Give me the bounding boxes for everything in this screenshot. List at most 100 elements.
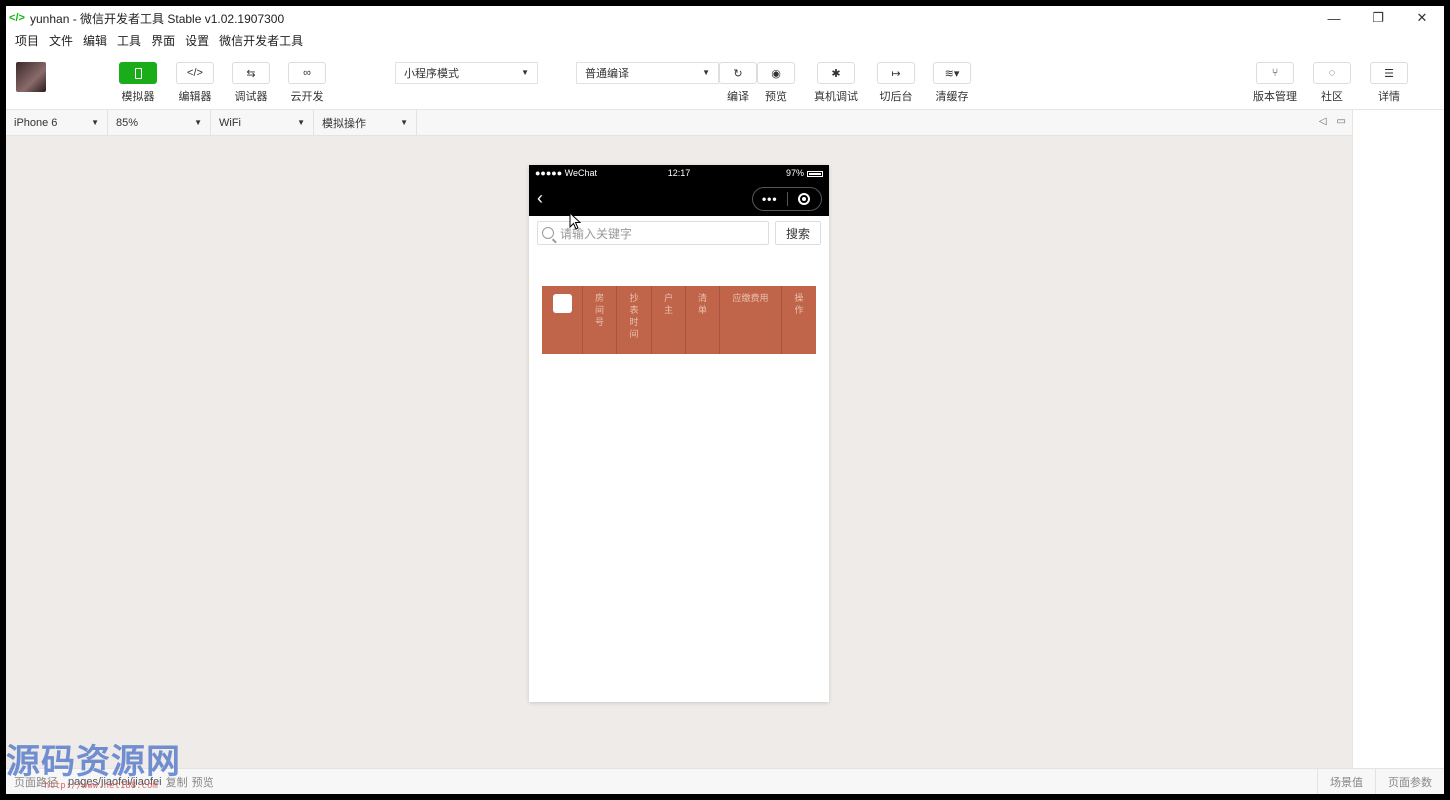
background-tool[interactable]: ↦ 切后台 [868, 62, 924, 104]
chat-bubble-icon: ◌ [1328, 67, 1336, 79]
operation-select-value: 模拟操作 [322, 117, 366, 130]
menu-tools[interactable]: 工具 [112, 32, 146, 49]
avatar[interactable] [16, 62, 46, 92]
community-tool[interactable]: ◌ 社区 [1304, 62, 1360, 104]
right-panel [1352, 110, 1444, 768]
devtools-window: </> yunhan - 微信开发者工具 Stable v1.02.190730… [6, 6, 1444, 794]
details-label: 详情 [1378, 91, 1400, 103]
clear-cache-label: 清缓存 [935, 91, 969, 103]
header-list-label: 清单 [697, 293, 707, 315]
select-all-checkbox[interactable] [552, 294, 572, 313]
network-select[interactable]: WiFi ▼ [211, 110, 314, 135]
bug-icon: ✱ [831, 67, 841, 80]
preview-path-link[interactable]: 预览 [192, 774, 214, 790]
cloud-tool[interactable]: ∞ 云开发 [279, 62, 335, 104]
header-select-all[interactable] [542, 286, 583, 354]
preview-button[interactable]: ◉ [757, 62, 795, 84]
menu-bar: 项目 文件 编辑 工具 界面 设置 微信开发者工具 [6, 30, 1444, 50]
header-owner: 户主 [652, 286, 686, 354]
scene-value-button[interactable]: 场景值 [1317, 769, 1375, 794]
background-button[interactable]: ↦ [877, 62, 915, 84]
compile-select[interactable]: 普通编译 ▼ [576, 62, 719, 84]
mode-select-value: 小程序模式 [404, 68, 459, 80]
editor-tool[interactable]: </> 编辑器 [167, 62, 223, 104]
mouse-cursor-icon [569, 212, 581, 230]
editor-button[interactable]: </> [176, 62, 214, 84]
maximize-button[interactable]: ❐ [1356, 6, 1400, 30]
phone-icon [134, 67, 142, 79]
carrier-text: ●●●●● WeChat [535, 168, 598, 178]
menu-interface[interactable]: 界面 [146, 32, 180, 49]
cloud-button[interactable]: ∞ [288, 62, 326, 84]
details-button[interactable]: ☰ [1370, 62, 1408, 84]
menu-file[interactable]: 文件 [44, 32, 78, 49]
header-room: 房间号 [583, 286, 617, 354]
debugger-tool[interactable]: ⇆ 调试器 [223, 62, 279, 104]
swap-icon: ⇆ [246, 67, 256, 80]
phone-status-bar: ●●●●● WeChat 12:17 97% [529, 165, 829, 181]
debugger-button[interactable]: ⇆ [232, 62, 270, 84]
chevron-down-icon: ▼ [400, 118, 408, 127]
eye-icon: ◉ [771, 67, 781, 80]
network-select-value: WiFi [219, 116, 241, 129]
details-tool[interactable]: ☰ 详情 [1361, 62, 1417, 104]
simulator-tool[interactable]: 模拟器 [110, 62, 166, 104]
minimize-button[interactable]: — [1312, 6, 1356, 30]
device-select[interactable]: iPhone 6 ▼ [6, 110, 108, 135]
remote-debug-button[interactable]: ✱ [817, 62, 855, 84]
operation-select[interactable]: 模拟操作 ▼ [314, 110, 417, 135]
menu-devtools[interactable]: 微信开发者工具 [214, 32, 308, 49]
page-params-button[interactable]: 页面参数 [1375, 769, 1444, 794]
search-icon [542, 227, 554, 239]
menu-edit[interactable]: 编辑 [78, 32, 112, 49]
background-label: 切后台 [879, 91, 913, 103]
branch-icon: ⑂ [1271, 67, 1279, 79]
cloud-label: 云开发 [290, 91, 324, 103]
close-miniprogram-icon[interactable] [788, 193, 822, 205]
volume-icon[interactable]: ◁ [1319, 116, 1327, 127]
refresh-icon: ↻ [733, 67, 743, 80]
caret-down-icon: ▼ [521, 68, 529, 77]
close-button[interactable]: ✕ [1400, 6, 1444, 30]
caret-down-icon: ▼ [702, 68, 710, 77]
back-arrow-icon[interactable]: ‹ [537, 189, 543, 207]
mode-select[interactable]: 小程序模式 ▼ [395, 62, 538, 84]
clear-cache-button[interactable]: ≋▾ [933, 62, 971, 84]
phone-simulator: ●●●●● WeChat 12:17 97% ‹ ••• 请输入关键字 搜索 房… [529, 165, 829, 702]
status-bar-right: 场景值 页面参数 [1317, 769, 1444, 794]
simulator-label: 模拟器 [121, 91, 155, 103]
status-bar: 页面路径 pages/jiaofei/jiaofei 复制 预览 场景值 页面参… [6, 768, 1444, 794]
header-list: 清单 [686, 286, 720, 354]
title-bar: </> yunhan - 微信开发者工具 Stable v1.02.190730… [6, 6, 1444, 30]
simulator-button[interactable] [119, 62, 157, 84]
wechat-devtools-icon: </> [9, 12, 25, 24]
toolbar: 模拟器 </> 编辑器 ⇆ 调试器 ∞ 云开发 小程序模式 ▼ 普通编译 ▼ ↻… [6, 50, 1444, 110]
preview-label: 预览 [765, 91, 787, 103]
search-button[interactable]: 搜索 [775, 221, 821, 245]
version-button[interactable]: ⑂ [1256, 62, 1294, 84]
zoom-select[interactable]: 85% ▼ [108, 110, 211, 135]
window-title: yunhan - 微信开发者工具 Stable v1.02.1907300 [30, 11, 285, 26]
version-tool[interactable]: ⑂ 版本管理 [1247, 62, 1303, 104]
remote-debug-label: 真机调试 [814, 91, 858, 103]
menu-project[interactable]: 项目 [10, 32, 44, 49]
battery-percent: 97% [785, 168, 804, 178]
window-mode-icon[interactable]: ▭ [1337, 116, 1346, 127]
chevron-down-icon: ▼ [297, 118, 305, 127]
remote-debug-tool[interactable]: ✱ 真机调试 [808, 62, 864, 104]
compile-label: 编译 [727, 91, 749, 103]
billing-table-header: 房间号 抄表时间 户主 清单 应缴费用 操作 [542, 286, 816, 354]
more-dots-icon[interactable]: ••• [753, 192, 787, 206]
header-action: 操作 [782, 286, 816, 354]
clear-cache-tool[interactable]: ≋▾ 清缓存 [924, 62, 980, 104]
menu-settings[interactable]: 设置 [180, 32, 214, 49]
chevron-down-icon: ▼ [194, 118, 202, 127]
watermark-text: 源码资源网 [6, 742, 181, 782]
header-owner-label: 户主 [663, 293, 673, 315]
device-bar-actions: ◁ ▭ [1319, 116, 1346, 127]
watermark-url: http://www.net188.com [44, 781, 158, 791]
window-controls: — ❐ ✕ [1312, 6, 1444, 30]
preview-tool[interactable]: ◉ 预览 [748, 62, 804, 104]
community-button[interactable]: ◌ [1313, 62, 1351, 84]
compile-select-value: 普通编译 [585, 68, 629, 80]
